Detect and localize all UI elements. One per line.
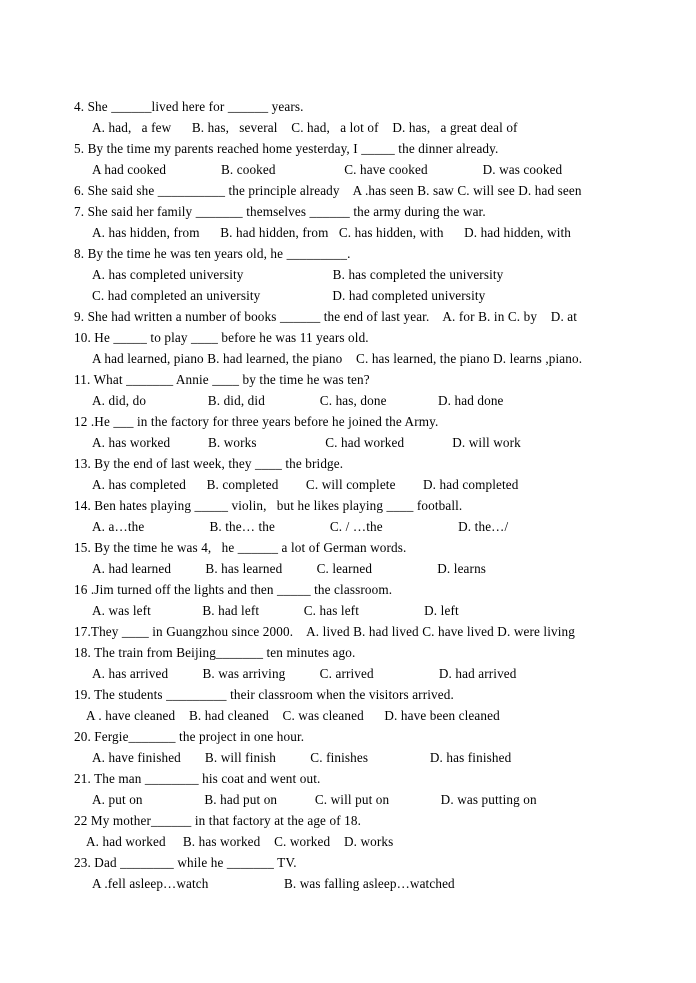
answer-options-line: A. has hidden, from B. had hidden, from … <box>92 225 572 240</box>
question-stem-line: 16 .Jim turned off the lights and then _… <box>74 582 393 597</box>
answer-options-line: A. had learned B. has learned C. learned… <box>92 561 487 576</box>
answer-options-line: A. have finished B. will finish C. finis… <box>92 750 512 765</box>
answer-options-line: A. has arrived B. was arriving C. arrive… <box>92 666 517 681</box>
question-stem-line: 14. Ben hates playing _____ violin, but … <box>74 498 463 513</box>
question-stem-line: 10. He _____ to play ____ before he was … <box>74 330 369 345</box>
question-stem-line: 22 My mother______ in that factory at th… <box>74 813 362 828</box>
answer-options-line: A. did, do B. did, did C. has, done D. h… <box>92 393 504 408</box>
question-stem-line: 4. She ______lived here for ______ years… <box>74 99 304 114</box>
answer-options-line: A. a…the B. the… the C. / …the D. the…/ <box>92 519 509 534</box>
question-stem-line: 11. What _______ Annie ____ by the time … <box>74 372 370 387</box>
answer-options-line: A. had worked B. has worked C. worked D.… <box>86 834 394 849</box>
question-stem-line: 12 .He ___ in the factory for three year… <box>74 414 439 429</box>
question-stem-line: 9. She had written a number of books ___… <box>74 309 578 324</box>
question-stem-line: 5. By the time my parents reached home y… <box>74 141 499 156</box>
answer-options-line: A. put on B. had put on C. will put on D… <box>92 792 537 807</box>
answer-options-line: A. has worked B. works C. had worked D. … <box>92 435 521 450</box>
question-stem-line: 13. By the end of last week, they ____ t… <box>74 456 344 471</box>
answer-options-line: A. has completed university B. has compl… <box>92 267 504 282</box>
answer-options-line: A .fell asleep…watch B. was falling asle… <box>92 876 455 891</box>
answer-options-line: A had cooked B. cooked C. have cooked D.… <box>92 162 563 177</box>
answer-options-line: A . have cleaned B. had cleaned C. was c… <box>86 708 500 723</box>
answer-options-line: A. had, a few B. has, several C. had, a … <box>92 120 518 135</box>
question-stem-line: 6. She said she __________ the principle… <box>74 183 582 198</box>
question-stem-line: 21. The man ________ his coat and went o… <box>74 771 321 786</box>
worksheet-body: 4. She ______lived here for ______ years… <box>74 96 630 894</box>
question-stem-line: 17.They ____ in Guangzhou since 2000. A.… <box>74 624 575 639</box>
answer-options-line: A had learned, piano B. had learned, the… <box>92 351 583 366</box>
answer-options-line: A. was left B. had left C. has left D. l… <box>92 603 459 618</box>
question-stem-line: 19. The students _________ their classro… <box>74 687 454 702</box>
answer-options-line: C. had completed an university D. had co… <box>92 288 486 303</box>
question-stem-line: 23. Dad ________ while he _______ TV. <box>74 855 297 870</box>
question-stem-line: 15. By the time he was 4, he ______ a lo… <box>74 540 407 555</box>
question-stem-line: 7. She said her family _______ themselve… <box>74 204 486 219</box>
question-stem-line: 8. By the time he was ten years old, he … <box>74 246 351 261</box>
answer-options-line: A. has completed B. completed C. will co… <box>92 477 519 492</box>
worksheet-page: 4. She ______lived here for ______ years… <box>0 0 696 983</box>
question-stem-line: 18. The train from Beijing_______ ten mi… <box>74 645 356 660</box>
question-stem-line: 20. Fergie_______ the project in one hou… <box>74 729 305 744</box>
